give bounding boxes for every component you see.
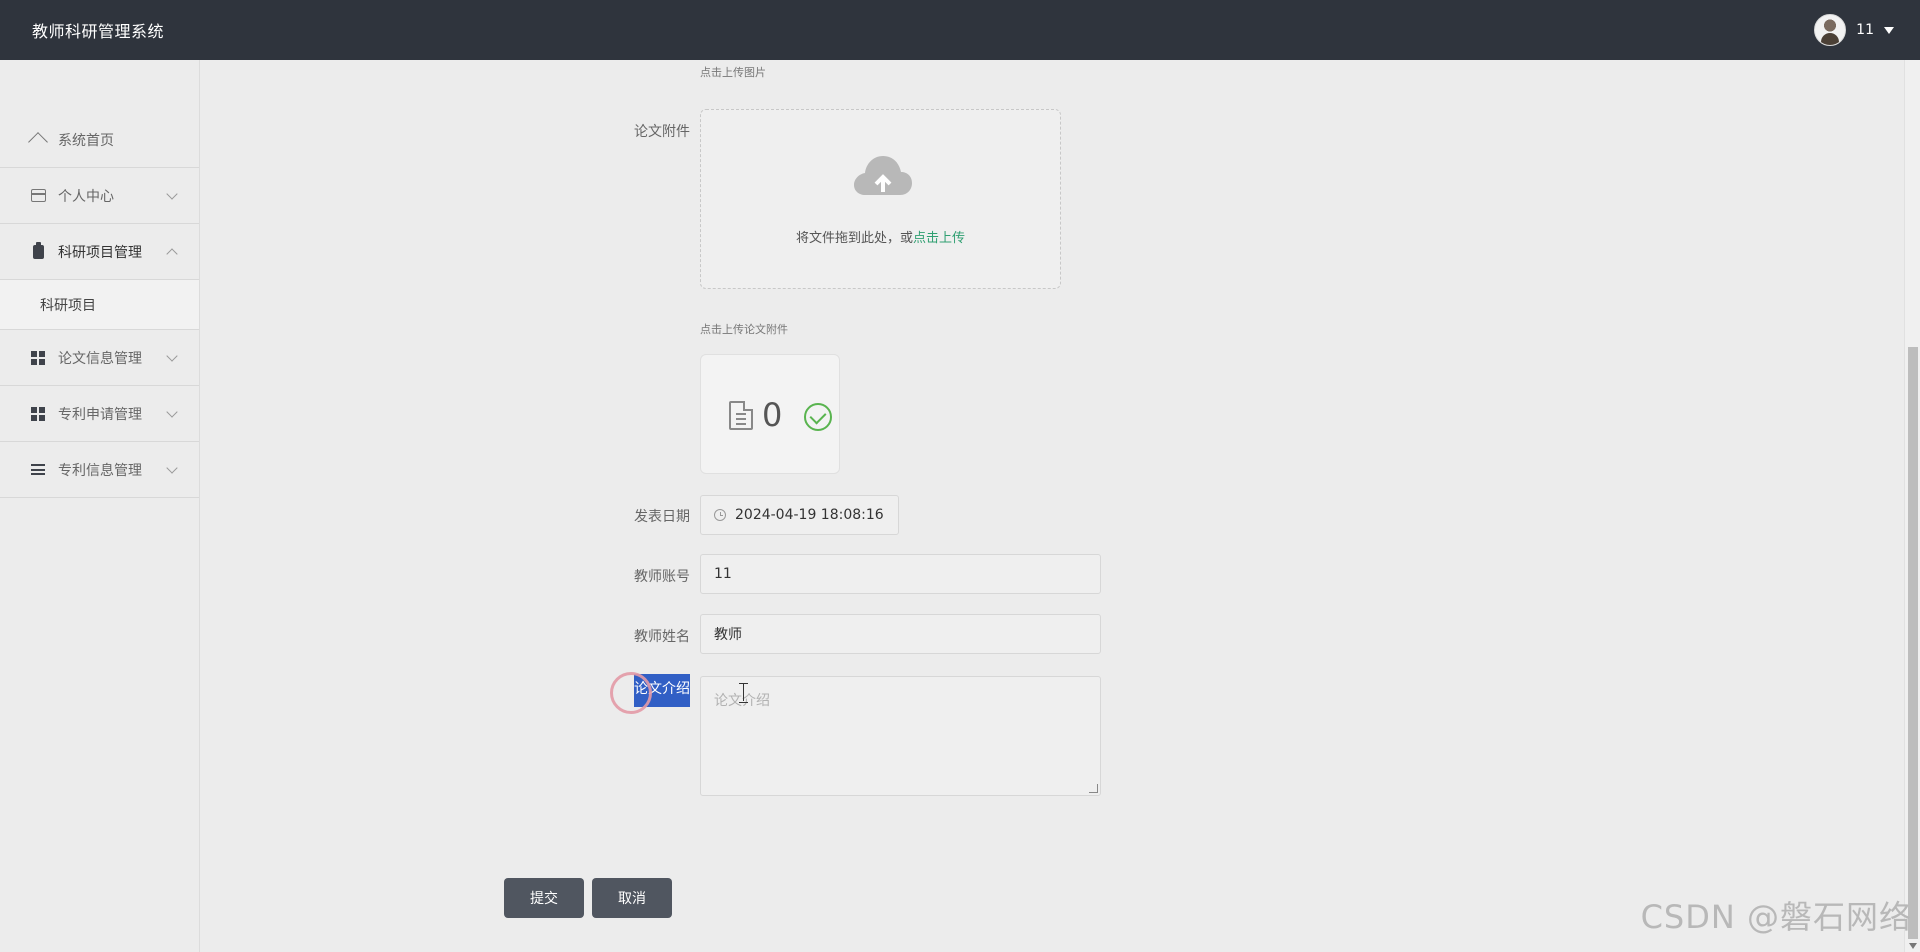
submit-button[interactable]: 提交 (504, 878, 584, 918)
upload-link[interactable]: 点击上传 (913, 231, 965, 246)
text-cursor-icon (739, 683, 748, 703)
chevron-up-icon (166, 248, 178, 260)
teacher-account-input[interactable]: 11 (700, 554, 1101, 594)
top-bar: 教师科研管理系统 11 (0, 0, 1920, 60)
grid-icon (30, 350, 46, 366)
image-upload-hint: 点击上传图片 (700, 66, 766, 79)
user-menu[interactable]: 11 (1814, 14, 1894, 46)
username[interactable]: 11 (1856, 22, 1874, 38)
sidebar-item-paper-info[interactable]: 论文信息管理 (0, 330, 199, 386)
sidebar-item-patent-application[interactable]: 专利申请管理 (0, 386, 199, 442)
caret-down-icon[interactable] (1884, 26, 1894, 34)
sidebar-item-label: 专利申请管理 (58, 406, 142, 423)
upload-instruction: 将文件拖到此处，或点击上传 (701, 227, 1060, 246)
paper-attachment-label: 论文附件 (634, 124, 690, 140)
card-icon (30, 188, 46, 204)
chevron-down-icon (166, 406, 178, 418)
chevron-down-icon (166, 350, 178, 362)
attachment-upload-dropzone[interactable]: 将文件拖到此处，或点击上传 (700, 109, 1061, 289)
sidebar-item-patent-info[interactable]: 专利信息管理 (0, 442, 199, 498)
scroll-down-arrow-icon[interactable] (1909, 943, 1917, 949)
sidebar-item-label: 专利信息管理 (58, 462, 142, 479)
resize-handle-icon[interactable] (1089, 784, 1098, 793)
sidebar: 系统首页 个人中心 科研项目管理 科研项目 论文信息管理 专利申请管理 专利信息… (0, 60, 200, 952)
document-icon (729, 401, 753, 430)
scrollbar-thumb[interactable] (1908, 347, 1918, 939)
sidebar-item-personal-center[interactable]: 个人中心 (0, 168, 199, 224)
teacher-name-value: 教师 (714, 627, 742, 643)
sidebar-item-label: 系统首页 (58, 132, 114, 149)
teacher-account-label: 教师账号 (634, 569, 690, 585)
teacher-name-label: 教师姓名 (634, 629, 690, 645)
attachment-upload-hint: 点击上传论文附件 (700, 323, 788, 336)
sidebar-item-label: 论文信息管理 (58, 350, 142, 367)
sidebar-item-research-projects[interactable]: 科研项目管理 (0, 224, 199, 280)
cloud-upload-icon (854, 156, 912, 195)
publish-date-label: 发表日期 (634, 509, 690, 525)
publish-date-picker[interactable]: 2024-04-19 18:08:16 (700, 495, 899, 535)
clipboard-icon (30, 241, 46, 260)
clock-icon (714, 509, 726, 521)
cancel-button[interactable]: 取消 (592, 878, 672, 918)
success-check-icon (804, 403, 832, 431)
paper-intro-textarea[interactable]: 论文介绍 (700, 676, 1101, 796)
upload-drop-text: 将文件拖到此处，或 (795, 231, 913, 246)
chevron-down-icon (166, 462, 178, 474)
sidebar-subitem-research-project[interactable]: 科研项目 (0, 280, 199, 330)
sidebar-item-label: 个人中心 (58, 188, 114, 205)
watermark: CSDN @磐石网络 (1640, 898, 1912, 936)
sidebar-item-home[interactable]: 系统首页 (0, 112, 199, 168)
vertical-scrollbar[interactable] (1904, 60, 1920, 952)
publish-date-value: 2024-04-19 18:08:16 (735, 507, 884, 523)
teacher-name-input[interactable]: 教师 (700, 614, 1101, 654)
list-icon (30, 462, 46, 478)
sidebar-menu: 系统首页 个人中心 科研项目管理 科研项目 论文信息管理 专利申请管理 专利信息… (0, 112, 199, 498)
file-count: 0 (762, 396, 783, 434)
uploaded-file-card[interactable]: 0 (700, 354, 840, 474)
sidebar-item-label: 科研项目管理 (58, 244, 142, 261)
teacher-account-value: 11 (714, 566, 732, 582)
chevron-down-icon (166, 188, 178, 200)
click-indicator-ring (610, 672, 652, 714)
home-icon (28, 132, 48, 152)
main-content: 点击上传图片 论文附件 将文件拖到此处，或点击上传 点击上传论文附件 0 发表日… (200, 60, 1904, 952)
app-title: 教师科研管理系统 (32, 22, 165, 41)
avatar[interactable] (1814, 14, 1847, 46)
grid-icon (30, 406, 46, 422)
